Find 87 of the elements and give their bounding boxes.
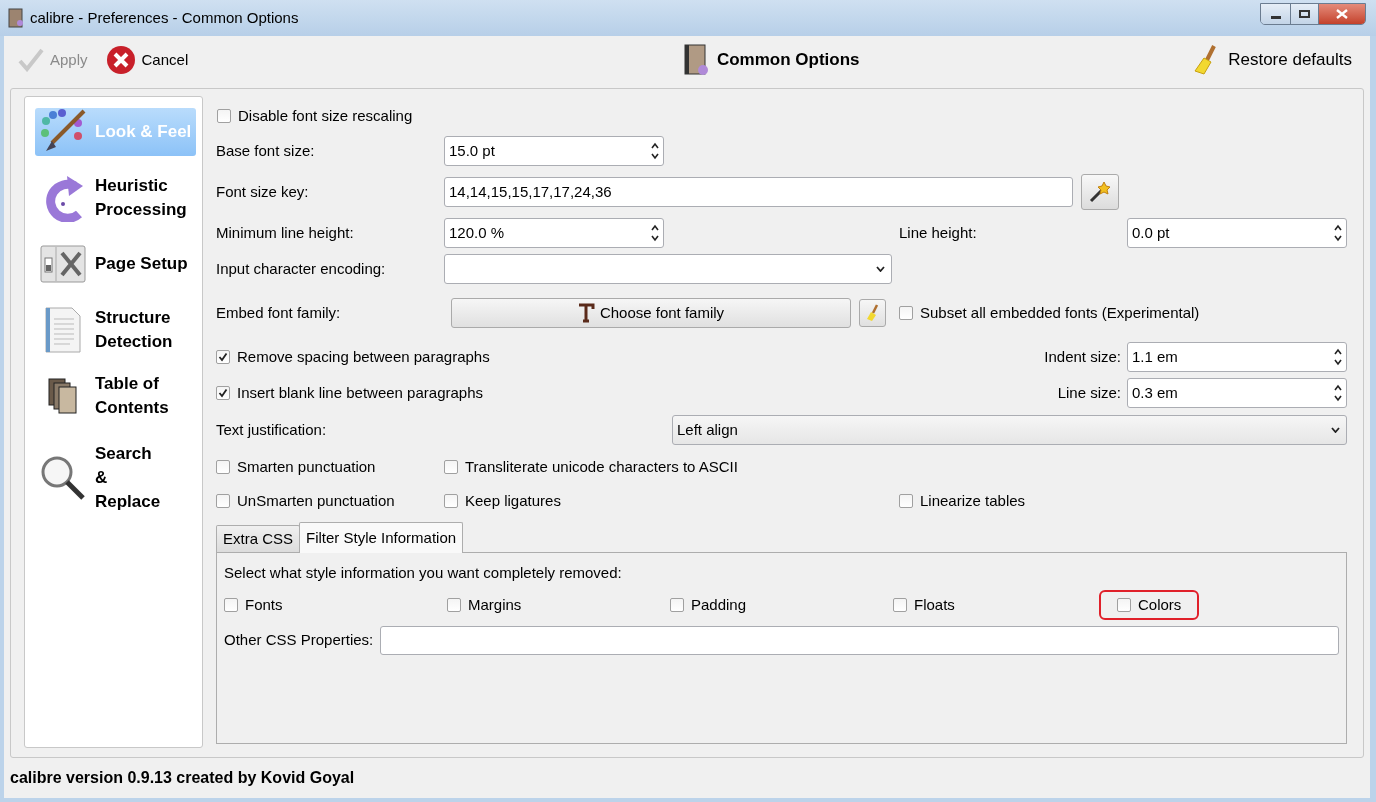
checkbox-label: Insert blank line between paragraphs [237,382,483,403]
close-icon [105,45,136,75]
cancel-button[interactable]: Cancel [105,45,189,75]
sidebar-item[interactable]: Search & Replace [35,438,196,518]
checkbox[interactable] [217,109,231,123]
spin-box[interactable]: 0.0 pt [1127,218,1347,248]
page-heading: Common Options [716,49,860,72]
field-label: Input character encoding: [216,258,387,279]
checkbox[interactable] [899,306,913,320]
encoding-dropdown[interactable] [444,254,892,284]
spin-box[interactable]: 1.1 em [1127,342,1347,372]
checkbox[interactable] [216,350,230,364]
window-title: calibre - Preferences - Common Options [30,7,299,28]
checkbox-label: Colors [1138,594,1182,615]
text-field[interactable] [380,625,1339,655]
field-label: Line height: [899,222,978,243]
close-icon [1336,9,1348,19]
tab[interactable]: Filter Style Information [299,522,464,553]
checkbox[interactable] [899,494,913,508]
checkbox-label: Keep ligatures [465,490,561,511]
checkbox-label: Floats [914,594,955,615]
spin-box[interactable]: 15.0 pt [444,136,664,166]
checkbox[interactable] [444,460,458,474]
sidebar-item[interactable]: Page Setup [35,240,196,288]
checkbox[interactable] [216,494,230,508]
status-bar-text: calibre version 0.9.13 created by Kovid Goyal [10,768,355,788]
spin-arrows-icon[interactable] [1334,223,1342,243]
checkbox[interactable] [893,598,907,612]
wizard-button[interactable] [1081,174,1119,210]
checkmark-icon [18,48,44,72]
checkbox-label: Linearize tables [920,490,1026,511]
field-label: Text justification: [216,419,328,440]
spin-arrows-icon[interactable] [1334,383,1342,403]
books-icon [48,378,78,414]
minimize-button[interactable] [1261,4,1291,24]
spin-arrows-icon[interactable] [651,141,659,161]
dropdown-caret-icon [876,266,885,272]
dropdown-caret-icon [1331,427,1340,433]
checkbox-label: Transliterate unicode characters to ASCII [465,456,738,477]
checkbox[interactable] [216,386,230,400]
checkbox[interactable] [1117,598,1131,612]
instruction-text: Select what style information you want completely removed: [224,563,623,583]
checkbox-label: Remove spacing between paragraphs [237,346,490,367]
maximize-icon [1299,10,1310,18]
checkbox[interactable] [670,598,684,612]
search-icon [39,454,87,502]
checkbox-label: Disable font size rescaling [238,105,413,126]
checkbox[interactable] [216,460,230,474]
minimize-icon [1270,15,1281,19]
spin-box[interactable]: 0.3 em [1127,378,1347,408]
tab[interactable]: Extra CSS [216,525,301,552]
wrench-screwdriver-icon [40,245,86,283]
field-label: Line size: [1056,382,1122,403]
broom-icon [865,304,880,322]
sidebar-item[interactable]: Heuristic Processing [35,174,196,222]
checkbox[interactable] [224,598,238,612]
field-label: Indent size: [1043,346,1122,367]
sidebar-item[interactable]: Table of Contents [35,372,196,420]
restore-defaults-button[interactable]: Restore defaults [1194,45,1352,75]
justification-dropdown[interactable]: Left align [672,415,1347,445]
checkbox[interactable] [447,598,461,612]
field-label: Font size key: [216,181,310,202]
checkbox-label: Subset all embedded fonts (Experimental) [920,302,1200,323]
book-icon [8,8,24,28]
checkbox-label: Margins [468,594,522,615]
spin-arrows-icon[interactable] [1334,347,1342,367]
sidebar-item[interactable]: Structure Detection [35,306,196,354]
document-icon [44,307,82,353]
maximize-button[interactable] [1291,4,1319,24]
checkbox-label: UnSmarten punctuation [237,490,395,511]
text-field[interactable]: 14,14,15,15,17,17,24,36 [444,177,1073,207]
spin-arrows-icon[interactable] [651,223,659,243]
field-label: Embed font family: [216,302,342,323]
font-icon [577,303,596,323]
choose-font-button[interactable]: Choose font family [451,298,851,328]
spin-box[interactable]: 120.0 % [444,218,664,248]
close-button[interactable] [1319,4,1365,24]
checkbox-label: Smarten punctuation [237,456,376,477]
field-label: Base font size: [216,140,316,161]
checkbox-label: Fonts [245,594,283,615]
clear-font-button[interactable] [859,299,886,327]
checkbox[interactable] [444,494,458,508]
book-icon [682,44,709,76]
magic-wand-icon [1088,180,1112,204]
field-label: Minimum line height: [216,222,355,243]
field-label: Other CSS Properties: [224,629,374,650]
checkbox-label: Padding [691,594,747,615]
